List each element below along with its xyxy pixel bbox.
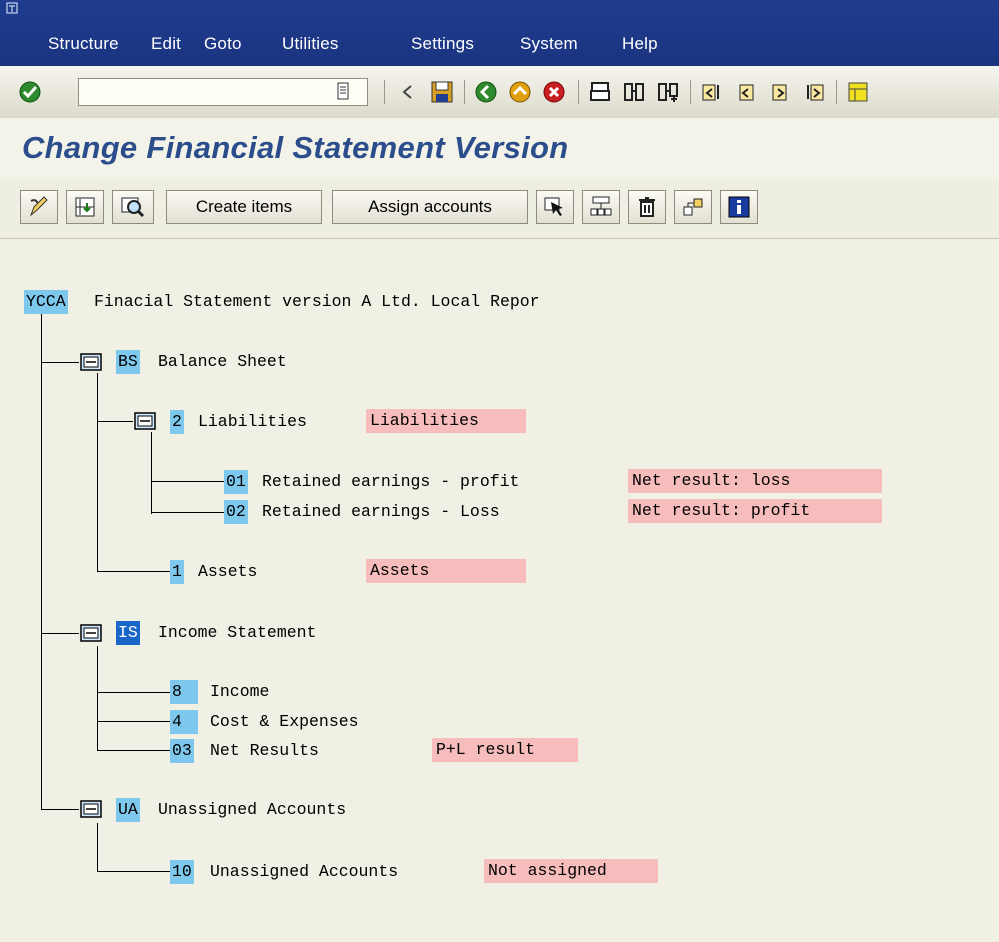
tree-node-text: Assets [198,562,258,581]
tree-node-text: Balance Sheet [158,352,287,371]
information-icon[interactable] [720,190,758,224]
exit-icon[interactable] [504,76,536,108]
new-entries-icon[interactable] [66,190,104,224]
tree-node-key[interactable]: BS [116,350,140,374]
toolbar-separator [836,80,837,104]
tree-node-key[interactable]: 4 [170,710,198,734]
find-next-icon[interactable] [652,76,684,108]
assign-accounts-button[interactable]: Assign accounts [332,190,528,224]
save-icon[interactable] [426,76,458,108]
tree-connector [97,421,133,422]
menu-edit[interactable]: Edit [151,34,181,54]
folder-expanded-icon[interactable] [80,624,102,642]
menu-goto[interactable]: Goto [204,34,242,54]
tree-node-text: Retained earnings - Loss [262,502,500,521]
tree-connector [151,432,152,514]
tree-node-key[interactable]: YCCA [24,290,68,314]
folder-expanded-icon[interactable] [134,412,156,430]
menu-system[interactable]: System [520,34,578,54]
tree-connector [97,646,98,750]
text-type-tag: P+L result [432,738,578,762]
tree-node-key[interactable]: 8 [170,680,198,704]
tree-connector [97,571,170,572]
tree-node-text: Cost & Expenses [210,712,359,731]
folder-expanded-icon[interactable] [80,800,102,818]
toolbar-separator [578,80,579,104]
tree-node-key[interactable]: 1 [170,560,184,584]
tree-node-key[interactable]: 03 [170,739,194,763]
text-type-tag: Liabilities [366,409,526,433]
tree-node-key[interactable]: UA [116,798,140,822]
system-menu-icon[interactable] [6,2,18,14]
menu-help[interactable]: Help [622,34,658,54]
enter-icon[interactable] [14,76,46,108]
next-page-icon[interactable] [764,76,796,108]
hierarchy-icon[interactable] [674,190,712,224]
tree-node-text: Income Statement [158,623,317,642]
tree-node-text: Unassigned Accounts [210,862,399,881]
print-icon[interactable] [584,76,616,108]
create-items-button[interactable]: Create items [166,190,322,224]
page-title: Change Financial Statement Version [22,130,569,165]
toolbar-separator [690,80,691,104]
menu-structure[interactable]: Structure [48,34,119,54]
find-icon[interactable] [618,76,650,108]
tree-connector [97,692,170,693]
toolbar-separator [384,80,385,104]
tree-node-text: Unassigned Accounts [158,800,347,819]
menu-utilities[interactable]: Utilities [282,34,339,54]
tree-connector [41,314,42,810]
tree-connector [97,871,170,872]
menu-settings[interactable]: Settings [411,34,474,54]
tree-node-key[interactable]: 10 [170,860,194,884]
tree-node-key[interactable]: 01 [224,470,248,494]
text-type-tag: Not assigned [484,859,658,883]
text-type-tag: Assets [366,559,526,583]
command-history-icon[interactable] [336,82,350,100]
tree-node-key-selected[interactable]: IS [116,621,140,645]
toolbar-separator [464,80,465,104]
tree-connector [151,512,225,513]
cancel-icon[interactable] [538,76,570,108]
back-icon[interactable] [470,76,502,108]
financial-statement-tree: YCCA Finacial Statement version A Ltd. L… [0,240,999,942]
tree-connector [151,481,225,482]
find-item-icon[interactable] [112,190,154,224]
tree-node-text: Liabilities [198,412,307,431]
tree-connector [97,721,170,722]
command-field[interactable] [78,78,368,106]
tree-connector [97,823,98,872]
reassign-icon[interactable] [582,190,620,224]
tree-node-key[interactable]: 02 [224,500,248,524]
tree-connector [41,633,79,634]
tree-connector [41,362,79,363]
back-arrow-icon[interactable] [392,76,424,108]
display-change-icon[interactable] [20,190,58,224]
menu-bar: Structure Edit Goto Utilities Settings S… [0,0,999,66]
tree-node-text: Retained earnings - profit [262,472,520,491]
previous-page-icon[interactable] [730,76,762,108]
layout-icon[interactable] [842,76,874,108]
tree-node-key[interactable]: 2 [170,410,184,434]
delete-icon[interactable] [628,190,666,224]
tree-node-text: Income [210,682,270,701]
text-type-tag: Net result: loss [628,469,882,493]
text-type-tag: Net result: profit [628,499,882,523]
tree-connector [97,750,170,751]
tree-node-text: Finacial Statement version A Ltd. Local … [94,292,540,311]
last-page-icon[interactable] [798,76,830,108]
folder-expanded-icon[interactable] [80,353,102,371]
tree-node-text: Net Results [210,741,319,760]
standard-toolbar [0,66,999,119]
tree-connector [97,373,98,572]
tree-connector [41,809,79,810]
select-icon[interactable] [536,190,574,224]
first-page-icon[interactable] [696,76,728,108]
